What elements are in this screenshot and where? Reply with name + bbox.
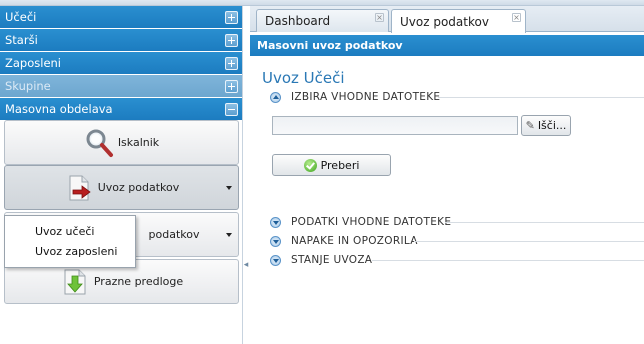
- close-icon[interactable]: ×: [375, 13, 384, 22]
- expand-plus-icon[interactable]: [225, 56, 238, 70]
- import-data-button[interactable]: Uvoz podatkov: [4, 165, 239, 210]
- panel-body: Uvoz Učeči IZBIRA VHODNE DATOTEKE ✎ Išči…: [250, 56, 644, 344]
- sidebar-section-label: Masovna obdelava: [5, 102, 113, 116]
- dropdown-arrow-icon[interactable]: [226, 186, 232, 190]
- tab-dashboard[interactable]: Dashboard ×: [256, 9, 389, 32]
- panel-header: Masovni uvoz podatkov: [250, 35, 644, 56]
- section-import-status[interactable]: STANJE UVOZA: [270, 253, 644, 267]
- expand-plus-icon: [225, 79, 238, 93]
- import-data-label: Uvoz podatkov: [97, 181, 180, 194]
- sidebar-section-zaposleni[interactable]: Zaposleni: [0, 52, 242, 75]
- section-label: IZBIRA VHODNE DATOTEKE: [291, 91, 441, 103]
- sidebar-section-label: Zaposleni: [5, 56, 62, 70]
- menu-item-import-employees[interactable]: Uvoz zaposleni: [5, 242, 135, 262]
- tab-bar: Dashboard × Uvoz podatkov ×: [250, 6, 644, 33]
- section-label: PODATKI VHODNE DATOTEKE: [291, 216, 452, 228]
- sidebar-section-skupine: Skupine: [0, 75, 242, 98]
- search-tool-button[interactable]: Iskalnik: [4, 120, 239, 165]
- sidebar-section-label: Starši: [5, 33, 38, 47]
- app-root: Učeči Starši Zaposleni Skupine Masovna o…: [0, 0, 644, 344]
- expand-plus-icon[interactable]: [225, 33, 238, 47]
- section-divider: [372, 260, 644, 261]
- sidebar-section-uceci[interactable]: Učeči: [0, 6, 242, 29]
- section-errors[interactable]: NAPAKE IN OPOZORILA: [270, 234, 644, 248]
- section-file-data[interactable]: PODATKI VHODNE DATOTEKE: [270, 215, 644, 229]
- empty-templates-label: Prazne predloge: [93, 275, 184, 288]
- sidebar-section-masovna-obdelava[interactable]: Masovna obdelava: [0, 98, 242, 121]
- magnifier-icon: [84, 128, 114, 158]
- template-download-icon: [60, 267, 90, 297]
- expand-plus-icon[interactable]: [225, 10, 238, 24]
- section-divider: [445, 222, 644, 223]
- sidebar-section-starsi[interactable]: Starši: [0, 29, 242, 52]
- dropdown-arrow-icon[interactable]: [226, 233, 232, 237]
- paperclip-icon: ✎: [525, 119, 535, 132]
- expand-section-icon[interactable]: [270, 254, 281, 266]
- expand-section-icon[interactable]: [270, 235, 281, 247]
- section-file-select[interactable]: IZBIRA VHODNE DATOTEKE: [270, 90, 644, 104]
- tab-uvoz-podatkov[interactable]: Uvoz podatkov ×: [391, 9, 526, 33]
- page-title: Uvoz Učeči: [262, 69, 345, 87]
- file-path-input[interactable]: [272, 116, 518, 135]
- check-circle-icon: [303, 158, 317, 172]
- browse-button[interactable]: ✎ Išči...: [521, 115, 571, 136]
- import-dropdown-menu: Uvoz učeči Uvoz zaposleni: [4, 215, 136, 268]
- collapse-section-icon[interactable]: [270, 91, 281, 103]
- export-data-label: podatkov: [148, 228, 200, 241]
- tab-label: Dashboard: [265, 14, 331, 28]
- import-document-icon: [64, 173, 94, 203]
- search-tool-label: Iskalnik: [117, 136, 160, 149]
- read-file-label: Preberi: [320, 158, 360, 172]
- section-divider: [414, 241, 644, 242]
- menu-item-import-students[interactable]: Uvoz učeči: [5, 222, 135, 242]
- sidebar-section-label: Skupine: [5, 79, 51, 93]
- browse-label: Išči...: [537, 119, 567, 132]
- section-label: NAPAKE IN OPOZORILA: [291, 235, 418, 247]
- read-file-button[interactable]: Preberi: [272, 154, 391, 176]
- expand-section-icon[interactable]: [270, 216, 281, 228]
- tab-label: Uvoz podatkov: [400, 14, 489, 29]
- section-label: STANJE UVOZA: [291, 254, 373, 266]
- section-divider: [438, 97, 644, 98]
- collapse-minus-icon[interactable]: [225, 102, 238, 116]
- sidebar-section-label: Učeči: [5, 10, 37, 24]
- close-icon[interactable]: ×: [512, 13, 521, 22]
- collapse-sidebar-handle[interactable]: ◂: [243, 255, 249, 275]
